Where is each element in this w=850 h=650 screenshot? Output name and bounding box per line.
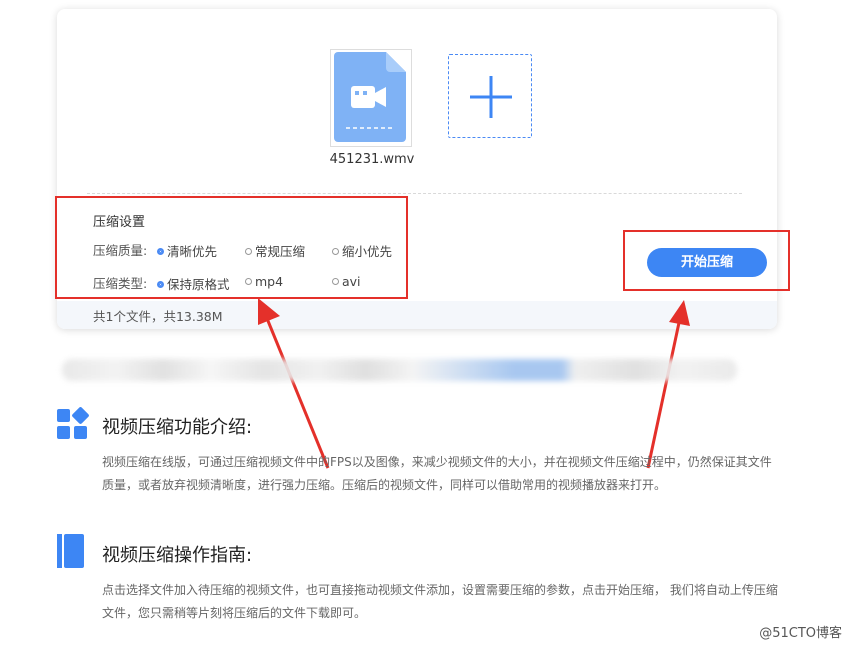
guide-title: 视频压缩操作指南: xyxy=(102,545,253,566)
annotation-arrowhead-right xyxy=(669,300,690,326)
guide-text: 点击选择文件加入待压缩的视频文件，也可直接拖动视频文件添加，设置需要压缩的参数，… xyxy=(102,583,778,620)
watermark: @51CTO博客 xyxy=(759,626,842,641)
intro-text: 视频压缩在线版，可通过压缩视频文件中的FPS以及图像，来减少视频文件的大小，并在… xyxy=(102,455,772,492)
intro-title: 视频压缩功能介绍: xyxy=(102,417,253,438)
book-icon xyxy=(57,534,84,568)
annotation-arrow-left xyxy=(264,315,330,469)
annotation-arrow-right xyxy=(646,317,682,469)
grid-icon xyxy=(57,407,89,439)
blurred-nav-bar xyxy=(62,359,737,381)
